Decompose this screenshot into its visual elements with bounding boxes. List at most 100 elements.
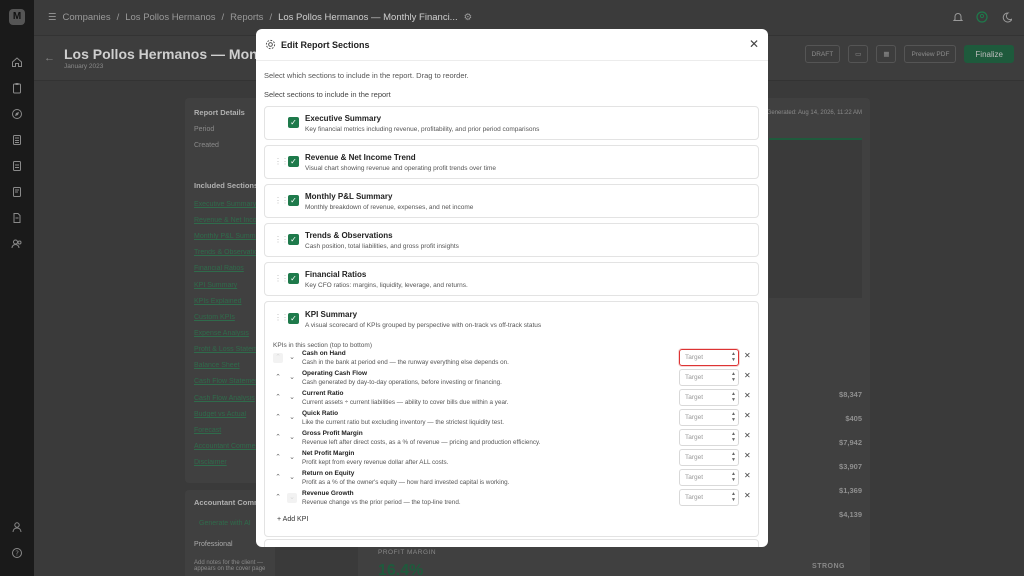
stepper-icon[interactable]: ▲ ▼ [731,371,736,383]
remove-kpi-icon[interactable]: ✕ [744,411,751,420]
add-kpi-button[interactable]: + Add KPI [277,516,308,523]
move-down-icon[interactable]: ⌄ [287,413,297,423]
remove-kpi-icon[interactable]: ✕ [744,391,751,400]
drag-handle-icon[interactable]: ⋮⋮ [274,235,289,244]
move-up-icon[interactable]: ⌃ [273,433,283,443]
kpi-desc: Cash in the bank at period end — the run… [302,359,509,366]
stepper-icon[interactable]: ▲ ▼ [731,391,736,403]
section-checkbox[interactable]: ✓ [288,117,299,128]
move-up-icon[interactable]: ⌃ [273,473,283,483]
section-title: Financial Ratios [305,270,367,279]
target-input[interactable]: Target ▲ ▼ [679,389,739,406]
remove-kpi-icon[interactable]: ✕ [744,451,751,460]
account-icon[interactable] [976,11,988,23]
users-icon[interactable] [11,238,23,250]
breadcrumb-companies[interactable]: Companies [63,12,111,23]
move-down-icon[interactable]: ⌄ [287,433,297,443]
included-sections-title: Included Sections [194,181,259,190]
user-icon[interactable] [11,521,23,533]
close-icon[interactable]: ✕ [749,37,759,51]
move-up-icon[interactable]: ⌃ [273,393,283,403]
download-icon[interactable]: ▭ [848,45,869,63]
move-up-icon[interactable]: ⌃ [273,453,283,463]
file-icon[interactable] [11,212,23,224]
calculator-icon[interactable] [11,134,23,146]
target-input[interactable]: Target ▲ ▼ [679,429,739,446]
target-input[interactable]: Target ▲ ▼ [679,469,739,486]
stepper-icon[interactable]: ▲ ▼ [731,471,736,483]
drag-handle-icon[interactable]: ⋮⋮ [274,274,289,283]
breadcrumb-separator: / [116,12,120,23]
edit-sections-modal: Edit Report Sections ✕ Select which sect… [256,29,768,547]
section-card[interactable]: ⋮⋮ ✓ Financial Ratios Key CFO ratios: ma… [264,262,759,296]
target-placeholder: Target [685,434,704,441]
kpi-name: Gross Profit Margin [302,430,363,437]
section-checkbox[interactable]: ✓ [288,273,299,284]
compass-icon[interactable] [11,108,23,120]
metric-value: $4,139 [839,510,862,519]
section-desc: A visual scorecard of KPIs grouped by pe… [305,322,542,329]
finalize-button[interactable]: Finalize [964,45,1014,63]
section-checkbox[interactable]: ✓ [288,234,299,245]
remove-kpi-icon[interactable]: ✕ [744,371,751,380]
remove-kpi-icon[interactable]: ✕ [744,471,751,480]
clipboard-icon[interactable] [11,82,23,94]
section-checkbox[interactable]: ✓ [288,313,299,324]
help-icon[interactable]: ? [11,547,23,559]
kpi-row: ⌃ ⌄ Quick Ratio Like the current ratio b… [265,409,760,429]
stepper-icon[interactable]: ▲ ▼ [731,411,736,423]
app-logo[interactable]: M [9,9,25,25]
remove-kpi-icon[interactable]: ✕ [744,491,751,500]
section-card[interactable] [264,539,759,547]
stepper-icon[interactable]: ▲ ▼ [731,351,736,363]
target-placeholder: Target [685,494,704,501]
drag-handle-icon[interactable]: ⋮⋮ [274,313,289,322]
breadcrumb-company[interactable]: Los Pollos Hermanos [125,12,215,23]
moon-icon[interactable] [1000,11,1012,23]
section-card[interactable]: ⋮⋮ ✓ Monthly P&L Summary Monthly breakdo… [264,184,759,218]
move-up-icon[interactable]: ⌃ [273,373,283,383]
metric-value: $3,907 [839,462,862,471]
section-card[interactable]: ⋮⋮ ✓ Revenue & Net Income Trend Visual c… [264,145,759,179]
remove-kpi-icon[interactable]: ✕ [744,431,751,440]
kpi-section-card[interactable]: ⋮⋮ ✓ KPI Summary A visual scorecard of K… [264,301,759,537]
bell-icon[interactable] [952,11,964,23]
back-arrow-icon[interactable]: ← [44,52,55,64]
section-checkbox[interactable]: ✓ [288,156,299,167]
home-icon[interactable] [11,56,23,68]
target-input[interactable]: Target ▲ ▼ [679,349,739,366]
drag-handle-icon[interactable]: ⋮⋮ [274,196,289,205]
breadcrumb-reports[interactable]: Reports [230,12,263,23]
move-down-icon[interactable]: ⌄ [287,373,297,383]
remove-kpi-icon[interactable]: ✕ [744,351,751,360]
target-input[interactable]: Target ▲ ▼ [679,409,739,426]
generate-ai-button[interactable]: Generate with AI [199,520,251,527]
section-card[interactable]: ⋮⋮ ✓ Trends & Observations Cash position… [264,223,759,257]
drag-handle-icon[interactable]: ⋮⋮ [274,157,289,166]
move-down-icon[interactable]: ⌄ [287,353,297,363]
report-icon[interactable] [11,186,23,198]
svg-text:?: ? [15,550,19,558]
document-icon[interactable] [11,160,23,172]
move-down-icon[interactable]: ⌄ [287,473,297,483]
settings-icon[interactable]: ⚙ [464,12,473,23]
stepper-icon[interactable]: ▲ ▼ [731,431,736,443]
menu-icon[interactable]: ☰ [48,12,57,23]
section-checkbox[interactable]: ✓ [288,195,299,206]
move-up-icon[interactable]: ⌃ [273,493,283,503]
grid-icon[interactable]: ▦ [876,45,897,63]
section-desc: Cash position, total liabilities, and gr… [305,243,459,250]
stepper-icon[interactable]: ▲ ▼ [731,451,736,463]
target-placeholder: Target [685,354,704,361]
target-input[interactable]: Target ▲ ▼ [679,449,739,466]
tone-tab[interactable]: Professional [194,541,233,548]
stepper-icon[interactable]: ▲ ▼ [731,491,736,503]
target-input[interactable]: Target ▲ ▼ [679,489,739,506]
preview-pdf-button[interactable]: Preview PDF [904,45,957,63]
move-down-icon[interactable]: ⌄ [287,453,297,463]
section-card[interactable]: ✓ Executive Summary Key financial metric… [264,106,759,140]
metric-value: $7,942 [839,438,862,447]
target-input[interactable]: Target ▲ ▼ [679,369,739,386]
move-down-icon[interactable]: ⌄ [287,393,297,403]
move-up-icon[interactable]: ⌃ [273,413,283,423]
